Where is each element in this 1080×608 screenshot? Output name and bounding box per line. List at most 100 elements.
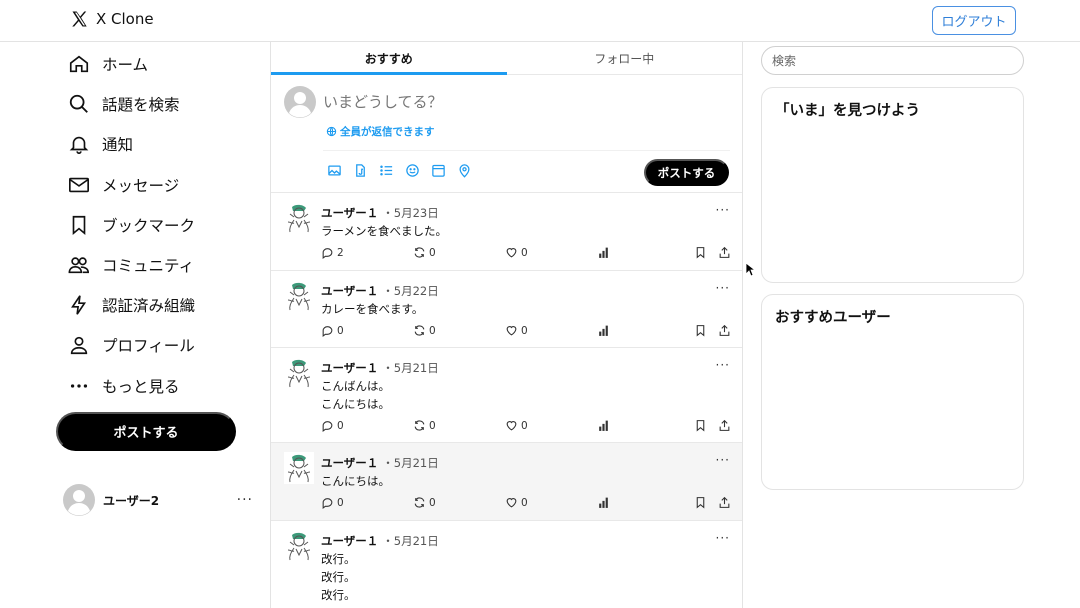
- top-bar: X Clone ログアウト: [0, 0, 1080, 42]
- account-switcher[interactable]: ユーザー2 ···: [63, 484, 253, 516]
- user-avatar[interactable]: [284, 202, 314, 234]
- tweet-text-line: ラーメンを食べました。: [321, 224, 448, 238]
- bookmark-button[interactable]: [694, 246, 707, 259]
- tweet-list: ユーザー１ ・5月23日 ··· ラーメンを食べました。 2 0 0 ユーザー１…: [271, 193, 742, 608]
- analytics-button[interactable]: [597, 496, 610, 509]
- tweet-more-icon[interactable]: ···: [716, 203, 730, 217]
- reply-setting-label: 全員が返信できます: [340, 126, 435, 138]
- tweet-more-icon[interactable]: ···: [716, 358, 730, 372]
- bolt-icon: [71, 295, 87, 315]
- share-button[interactable]: [718, 324, 731, 337]
- account-menu-icon[interactable]: ···: [237, 492, 253, 508]
- like-button[interactable]: 0: [505, 324, 528, 337]
- nav-item-messages[interactable]: メッセージ: [56, 165, 256, 205]
- tweet-more-icon[interactable]: ···: [716, 281, 730, 295]
- tweet-header: ユーザー１ ・5月21日: [321, 455, 439, 471]
- tweet-username[interactable]: ユーザー１: [321, 283, 378, 299]
- brand[interactable]: X Clone: [70, 9, 154, 29]
- reply-count: 2: [337, 246, 344, 259]
- nav-item-label: コミュニティ: [102, 257, 195, 276]
- tweet[interactable]: ユーザー１ ・5月21日 ··· こんにちは。 0 0 0: [271, 443, 742, 521]
- tweet-actions: 0 0 0: [321, 419, 730, 433]
- nav-item-explore[interactable]: 話題を検索: [56, 84, 256, 124]
- repost-count: 0: [429, 246, 436, 259]
- repost-button[interactable]: 0: [413, 496, 436, 509]
- bookmark-button[interactable]: [694, 324, 707, 337]
- nav-item-notifications[interactable]: 通知: [56, 124, 256, 164]
- repost-button[interactable]: 0: [413, 324, 436, 337]
- like-button[interactable]: 0: [505, 419, 528, 432]
- nav-item-more[interactable]: もっと見る: [56, 366, 256, 406]
- analytics-icon: [599, 497, 608, 508]
- nav-item-communities[interactable]: コミュニティ: [56, 245, 256, 285]
- tweet[interactable]: ユーザー１ ・5月23日 ··· ラーメンを食べました。 2 0 0: [271, 193, 742, 271]
- logout-button[interactable]: ログアウト: [932, 6, 1016, 35]
- nav-item-label: プロフィール: [102, 337, 195, 356]
- heart-icon: [506, 498, 517, 508]
- trends-title: 「いま」を見つけよう: [775, 103, 920, 119]
- reply-icon: [322, 248, 333, 259]
- user-avatar[interactable]: [284, 357, 314, 389]
- repost-button[interactable]: 0: [413, 419, 436, 432]
- share-button[interactable]: [718, 246, 731, 259]
- tweet[interactable]: ユーザー１ ・5月22日 ··· カレーを食べます。 0 0 0: [271, 271, 742, 348]
- bookmark-icon: [696, 420, 705, 432]
- analytics-button[interactable]: [597, 246, 610, 259]
- bookmark-button[interactable]: [694, 496, 707, 509]
- compose-post-button[interactable]: ポストする: [644, 159, 729, 186]
- tweet-username[interactable]: ユーザー１: [321, 360, 378, 376]
- reply-button[interactable]: 2: [321, 246, 344, 259]
- image-icon[interactable]: [327, 163, 342, 178]
- user-avatar[interactable]: [284, 530, 314, 562]
- repost-icon: [414, 497, 425, 508]
- tweet-username[interactable]: ユーザー１: [321, 533, 378, 549]
- reply-button[interactable]: 0: [321, 419, 344, 432]
- tweet-date: ・5月21日: [382, 456, 439, 470]
- post-button[interactable]: ポストする: [56, 412, 236, 451]
- location-icon[interactable]: [457, 163, 472, 178]
- tweet-text-line: 改行。: [321, 570, 356, 584]
- like-button[interactable]: 0: [505, 246, 528, 259]
- nav-item-label: ホーム: [102, 56, 149, 75]
- tweet-actions: 2 0 0: [321, 246, 730, 260]
- emoji-icon[interactable]: [405, 163, 420, 178]
- tweet-text-line: こんばんは。: [321, 379, 390, 393]
- tweet-more-icon[interactable]: ···: [716, 531, 730, 545]
- reply-setting[interactable]: 全員が返信できます: [326, 124, 435, 139]
- search-input[interactable]: 検索: [761, 46, 1024, 75]
- gif-icon[interactable]: [353, 163, 368, 178]
- share-button[interactable]: [718, 419, 731, 432]
- composer-toolbar: [327, 163, 472, 178]
- nav-item-bookmarks[interactable]: ブックマーク: [56, 205, 256, 245]
- tweet-date: ・5月22日: [382, 284, 439, 298]
- nav-item-home[interactable]: ホーム: [56, 44, 256, 84]
- tweet-more-icon[interactable]: ···: [716, 453, 730, 467]
- analytics-button[interactable]: [597, 324, 610, 337]
- compose-input[interactable]: いまどうしてる？: [323, 91, 443, 112]
- tweet-text-line: 改行。: [321, 588, 356, 602]
- poll-icon[interactable]: [379, 163, 394, 178]
- bookmark-button[interactable]: [694, 419, 707, 432]
- reply-button[interactable]: 0: [321, 324, 344, 337]
- like-button[interactable]: 0: [505, 496, 528, 509]
- repost-button[interactable]: 0: [413, 246, 436, 259]
- share-button[interactable]: [718, 496, 731, 509]
- heart-icon: [506, 421, 517, 431]
- mouse-cursor-icon: [745, 262, 755, 277]
- tweet-body: こんばんは。 こんにちは。: [321, 377, 390, 413]
- user-avatar[interactable]: [284, 280, 314, 312]
- analytics-button[interactable]: [597, 419, 610, 432]
- tweet[interactable]: ユーザー１ ・5月21日 ··· 改行。改行。改行。 0 0 0: [271, 521, 742, 608]
- user-avatar[interactable]: [284, 452, 314, 484]
- schedule-icon[interactable]: [431, 163, 446, 178]
- tweet-username[interactable]: ユーザー１: [321, 455, 378, 471]
- reply-button[interactable]: 0: [321, 496, 344, 509]
- tab-following[interactable]: フォロー中: [507, 42, 743, 74]
- bookmark-icon: [72, 215, 86, 235]
- nav-item-verified-orgs[interactable]: 認証済み組織: [56, 285, 256, 325]
- tweet[interactable]: ユーザー１ ・5月21日 ··· こんばんは。 こんにちは。 0 0 0: [271, 348, 742, 443]
- tab-recommended[interactable]: おすすめ: [271, 42, 507, 75]
- nav-item-profile[interactable]: プロフィール: [56, 325, 256, 365]
- tweet-username[interactable]: ユーザー１: [321, 205, 378, 221]
- tweet-header: ユーザー１ ・5月21日: [321, 360, 439, 376]
